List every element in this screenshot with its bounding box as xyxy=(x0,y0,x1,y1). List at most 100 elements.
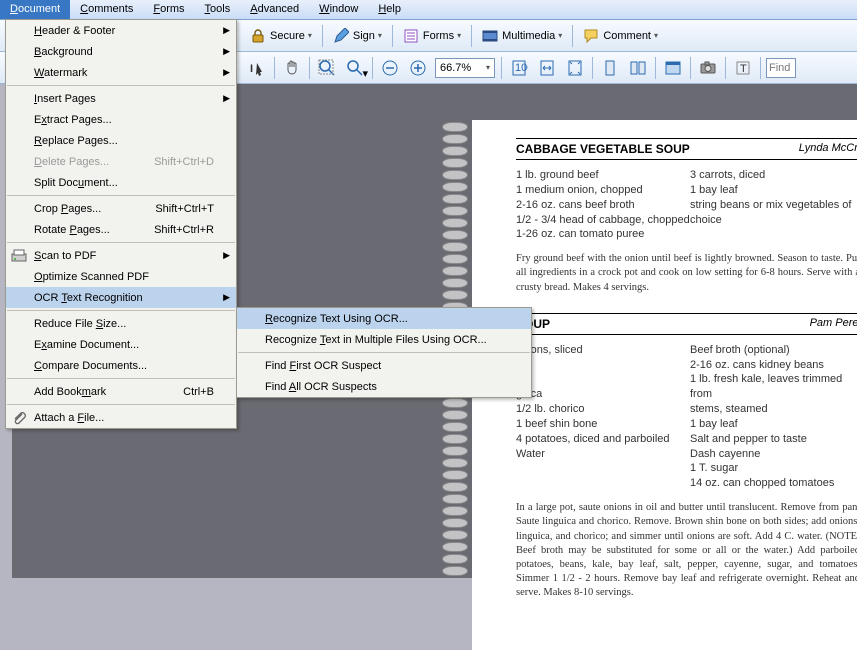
recipe-title: CABBAGE VEGETABLE SOUP xyxy=(516,142,690,156)
forms-label: Forms xyxy=(423,30,454,42)
two-up-button[interactable] xyxy=(624,55,652,81)
list-item: stems, steamed xyxy=(690,402,857,417)
list-item: Water xyxy=(516,447,690,462)
list-item: 1 T. sugar xyxy=(690,461,857,476)
zoom-out-button[interactable] xyxy=(376,55,404,81)
ingredients: onions, slicedoilrguica1/2 lb. chorico1 … xyxy=(516,343,857,491)
list-item: r xyxy=(516,372,690,387)
list-item: Beef broth (optional) xyxy=(690,343,857,358)
menu-item[interactable]: Replace Pages... xyxy=(6,130,236,151)
menu-forms[interactable]: Forms xyxy=(143,0,194,19)
separator xyxy=(309,57,310,79)
menu-item-label: Find First OCR Suspect xyxy=(265,360,381,372)
menu-item[interactable]: Find First OCR Suspect xyxy=(237,355,531,376)
instructions: Fry ground beef with the onion until bee… xyxy=(516,252,857,295)
speech-bubble-icon xyxy=(583,28,599,44)
shortcut: Shift+Ctrl+D xyxy=(154,156,214,168)
actual-size-button[interactable]: 100 xyxy=(505,55,533,81)
zoom-in-button[interactable] xyxy=(404,55,432,81)
menu-item[interactable]: Examine Document... xyxy=(6,334,236,355)
menu-item[interactable]: Scan to PDF▶ xyxy=(6,245,236,266)
sign-button[interactable]: Sign ▾ xyxy=(327,25,388,47)
svg-text:T: T xyxy=(740,63,747,75)
menu-item[interactable]: Background▶ xyxy=(6,41,236,62)
list-item: 2-16 oz. cans kidney beans xyxy=(690,358,857,373)
separator xyxy=(322,25,323,47)
fit-page-button[interactable] xyxy=(561,55,589,81)
svg-text:I: I xyxy=(250,63,253,75)
menu-advanced[interactable]: Advanced xyxy=(240,0,309,19)
zoom-combo[interactable]: 66.7%▾ xyxy=(435,58,495,78)
menu-item[interactable]: Split Document... xyxy=(6,172,236,193)
zoom-dropdown[interactable]: ▾ xyxy=(341,55,369,81)
snapshot-button[interactable] xyxy=(694,55,722,81)
menu-comments[interactable]: Comments xyxy=(70,0,143,19)
menu-help[interactable]: Help xyxy=(368,0,411,19)
menu-item-label: Add Bookmark xyxy=(34,386,106,398)
menu-item[interactable]: Optimize Scanned PDF xyxy=(6,266,236,287)
menu-item[interactable]: Recognize Text Using OCR... xyxy=(237,308,531,329)
separator xyxy=(372,57,373,79)
menu-item[interactable]: Find All OCR Suspects xyxy=(237,376,531,397)
ingredients-col2: 3 carrots, diced1 bay leafstring beans o… xyxy=(690,168,857,242)
ingredients-col1: 1 lb. ground beef1 medium onion, chopped… xyxy=(516,168,690,242)
touchup-text-button[interactable]: T xyxy=(729,55,757,81)
menu-item[interactable]: Extract Pages... xyxy=(6,109,236,130)
menu-item[interactable]: Add BookmarkCtrl+B xyxy=(6,381,236,402)
instructions: In a large pot, saute onions in oil and … xyxy=(516,501,857,600)
menu-document[interactable]: Document xyxy=(0,0,70,19)
menu-item[interactable]: Header & Footer▶ xyxy=(6,20,236,41)
list-item: 3 carrots, diced xyxy=(690,168,857,183)
list-item: 1 medium onion, chopped xyxy=(516,183,690,198)
menu-item-label: Crop Pages... xyxy=(34,203,101,215)
list-item: Dash cayenne xyxy=(690,447,857,462)
menu-item-label: Split Document... xyxy=(34,177,118,189)
list-item: Salt and pepper to taste xyxy=(690,432,857,447)
fit-width-button[interactable] xyxy=(533,55,561,81)
recipe-1: CABBAGE VEGETABLE SOUP Lynda McCra 1 lb.… xyxy=(516,138,857,295)
list-item: onions, sliced xyxy=(516,343,690,358)
menu-item[interactable]: OCR Text Recognition▶ xyxy=(6,287,236,308)
fullscreen-button[interactable] xyxy=(659,55,687,81)
forms-button[interactable]: Forms ▾ xyxy=(397,25,467,47)
marquee-zoom-tool[interactable] xyxy=(313,55,341,81)
menu-window[interactable]: Window xyxy=(309,0,368,19)
separator xyxy=(655,57,656,79)
submenu-arrow-icon: ▶ xyxy=(223,67,230,78)
secure-button[interactable]: Secure ▾ xyxy=(244,25,318,47)
chevron-down-icon: ▾ xyxy=(308,31,312,40)
menu-item[interactable]: Rotate Pages... Shift+Ctrl+R xyxy=(6,219,236,240)
hand-tool[interactable] xyxy=(278,55,306,81)
list-item: 14 oz. can chopped tomatoes xyxy=(690,476,857,491)
ocr-submenu: Recognize Text Using OCR... Recognize Tex… xyxy=(236,307,532,398)
menu-item[interactable]: Recognize Text in Multiple Files Using O… xyxy=(237,329,531,350)
list-item: 1 lb. fresh kale, leaves trimmed from xyxy=(690,372,857,402)
chevron-down-icon: ▾ xyxy=(457,31,461,40)
menu-item[interactable]: Attach a File... xyxy=(6,407,236,428)
chevron-down-icon: ▾ xyxy=(486,63,490,72)
film-icon xyxy=(482,28,498,44)
list-item: oil xyxy=(516,358,690,373)
scanner-icon xyxy=(11,248,27,264)
menu-item[interactable]: Compare Documents... xyxy=(6,355,236,376)
list-item: 4 potatoes, diced and parboiled xyxy=(516,432,690,447)
menu-item[interactable]: Watermark▶ xyxy=(6,62,236,83)
menu-item[interactable]: Crop Pages...Shift+Ctrl+T xyxy=(6,198,236,219)
list-item: choice xyxy=(690,213,857,228)
menu-item[interactable]: Reduce File Size... xyxy=(6,313,236,334)
menu-item-label: Rotate Pages... xyxy=(34,224,110,236)
select-tool[interactable]: I xyxy=(243,55,271,81)
list-item: 1/2 lb. chorico xyxy=(516,402,690,417)
multimedia-button[interactable]: Multimedia ▾ xyxy=(476,25,568,47)
menu-item[interactable]: Insert Pages▶ xyxy=(6,88,236,109)
shortcut: Shift+Ctrl+R xyxy=(154,224,214,236)
menu-tools[interactable]: Tools xyxy=(195,0,241,19)
chevron-down-icon: ▾ xyxy=(558,31,562,40)
chevron-down-icon: ▾ xyxy=(378,31,382,40)
menu-item-label: Recognize Text in Multiple Files Using O… xyxy=(265,334,487,346)
comment-button[interactable]: Comment ▾ xyxy=(577,25,664,47)
single-page-button[interactable] xyxy=(596,55,624,81)
find-field[interactable]: Find xyxy=(766,58,796,78)
menu-item-label: Recognize Text Using OCR... xyxy=(265,313,408,325)
menu-item-label: Replace Pages... xyxy=(34,135,118,147)
